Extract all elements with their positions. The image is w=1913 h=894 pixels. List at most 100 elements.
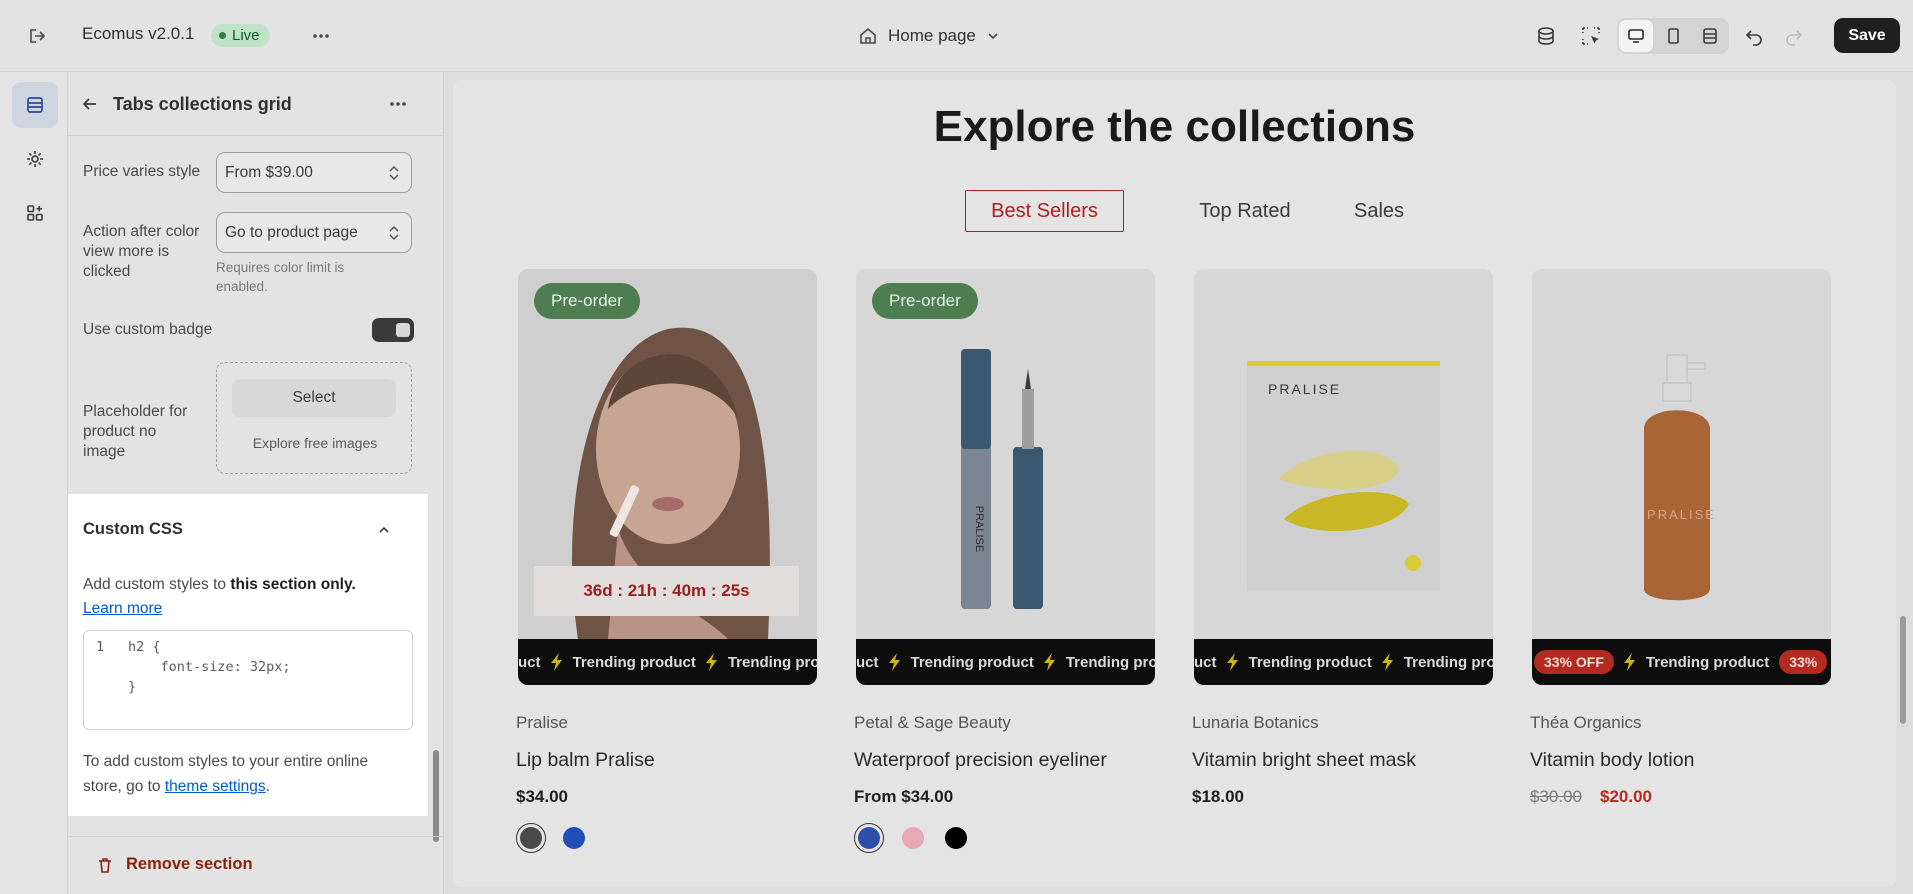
select-image-button[interactable]: Select bbox=[232, 379, 396, 417]
redo-icon bbox=[1778, 20, 1810, 52]
image-brand-text: PRALISE bbox=[1268, 381, 1342, 397]
save-button[interactable]: Save bbox=[1834, 18, 1900, 53]
price-varies-label: Price varies style bbox=[83, 163, 201, 180]
discount-badge: 33% OFF bbox=[1534, 650, 1614, 674]
tab-best-sellers[interactable]: Best Sellers bbox=[965, 190, 1124, 232]
image-dropzone: Select Explore free images bbox=[216, 362, 412, 474]
learn-more-link[interactable]: Learn more bbox=[83, 600, 162, 618]
tab-sales[interactable]: Sales bbox=[1329, 190, 1429, 232]
product-price-sale: $20.00 bbox=[1600, 787, 1652, 806]
action-color-label: Action after color view more is clicked bbox=[83, 223, 200, 280]
chevron-down-icon bbox=[986, 29, 1000, 43]
remove-section-label: Remove section bbox=[126, 855, 253, 873]
product-name[interactable]: Lip balm Pralise bbox=[516, 749, 655, 772]
status-text: Live bbox=[232, 27, 260, 44]
database-icon[interactable] bbox=[1530, 20, 1562, 52]
exit-icon[interactable] bbox=[21, 20, 53, 52]
top-bar: Ecomus v2.0.1 Live Home page Save bbox=[0, 0, 1913, 72]
theme-settings-link[interactable]: theme settings bbox=[165, 778, 266, 795]
price-varies-value: From $39.00 bbox=[225, 163, 313, 181]
sections-icon[interactable] bbox=[12, 82, 58, 128]
left-rail bbox=[0, 72, 68, 894]
chevron-up-icon[interactable] bbox=[368, 514, 400, 546]
undo-icon[interactable] bbox=[1738, 20, 1770, 52]
product-image: PRALISE Pre-order bbox=[856, 269, 1155, 639]
countdown-timer: 36d : 21h : 40m : 25s bbox=[534, 566, 799, 616]
color-swatch[interactable] bbox=[898, 823, 928, 853]
page-selector[interactable]: Home page bbox=[858, 22, 1000, 50]
product-image: Pre-order 36d : 21h : 40m : 25s bbox=[518, 269, 817, 639]
line-number: 1 bbox=[96, 639, 105, 655]
app-title: Ecomus v2.0.1 bbox=[82, 24, 195, 43]
image-brand-text: PRALISE bbox=[1647, 507, 1716, 522]
code-text: font-size: 32px; bbox=[128, 659, 291, 675]
custom-css-description: Add custom styles to this section only. bbox=[83, 576, 356, 593]
trending-marquee: uct Trending product Trending product bbox=[1194, 639, 1493, 685]
color-swatch[interactable] bbox=[516, 823, 546, 853]
action-color-value: Go to product page bbox=[225, 223, 358, 241]
custom-css-footer: To add custom styles to your entire onli… bbox=[83, 753, 369, 795]
color-swatch[interactable] bbox=[854, 823, 884, 853]
select-caret-icon bbox=[387, 163, 401, 183]
product-vendor: Lunaria Botanics bbox=[1192, 713, 1319, 732]
status-badge: Live bbox=[211, 24, 270, 47]
trending-marquee: uct Trending product Trending product bbox=[518, 639, 817, 685]
lightning-icon bbox=[1226, 653, 1239, 671]
trending-marquee: 33% OFF Trending product 33% bbox=[1532, 639, 1831, 685]
custom-badge-toggle[interactable] bbox=[372, 318, 414, 342]
code-text: h2 { bbox=[128, 639, 161, 655]
product-card[interactable]: PRALISE 33% OFF Trending product 33% bbox=[1532, 269, 1831, 685]
remove-section-button[interactable]: Remove section bbox=[96, 855, 253, 874]
inspect-icon[interactable] bbox=[1575, 20, 1607, 52]
product-name[interactable]: Waterproof precision eyeliner bbox=[854, 749, 1107, 772]
trending-marquee: uct Trending product Trending product bbox=[856, 639, 1155, 685]
trash-icon bbox=[96, 856, 114, 874]
product-vendor: Petal & Sage Beauty bbox=[854, 713, 1011, 732]
product-name[interactable]: Vitamin body lotion bbox=[1530, 749, 1694, 772]
product-price: $34.00 bbox=[516, 787, 568, 806]
panel-title: Tabs collections grid bbox=[113, 94, 292, 114]
lightning-icon bbox=[1043, 653, 1056, 671]
product-vendor: Théa Organics bbox=[1530, 713, 1642, 732]
more-horizontal-icon[interactable] bbox=[382, 88, 414, 120]
back-arrow-icon[interactable] bbox=[74, 88, 106, 120]
preorder-badge: Pre-order bbox=[872, 283, 978, 319]
product-name[interactable]: Vitamin bright sheet mask bbox=[1192, 749, 1416, 772]
device-switcher bbox=[1617, 18, 1729, 54]
product-price: $18.00 bbox=[1192, 787, 1244, 806]
product-card[interactable]: Pre-order 36d : 21h : 40m : 25s uct Tren… bbox=[518, 269, 817, 685]
product-card[interactable]: PRALISE uct Trending product Trending pr… bbox=[1194, 269, 1493, 685]
lightning-icon bbox=[1381, 653, 1394, 671]
code-text: } bbox=[128, 679, 137, 695]
product-vendor: Pralise bbox=[516, 713, 568, 732]
mobile-icon[interactable] bbox=[1656, 20, 1690, 52]
price-varies-select[interactable]: From $39.00 bbox=[216, 152, 412, 193]
lightning-icon bbox=[1623, 653, 1636, 671]
product-card[interactable]: PRALISE Pre-order uct Trending product T… bbox=[856, 269, 1155, 685]
settings-icon[interactable] bbox=[12, 136, 58, 182]
tab-top-rated[interactable]: Top Rated bbox=[1175, 190, 1315, 232]
desktop-icon[interactable] bbox=[1619, 20, 1653, 52]
svg-text:PRALISE: PRALISE bbox=[973, 506, 985, 552]
panel-scrollbar[interactable] bbox=[433, 750, 439, 842]
preview-scrollbar[interactable] bbox=[1900, 616, 1906, 724]
apps-icon[interactable] bbox=[12, 190, 58, 236]
custom-badge-label: Use custom badge bbox=[83, 321, 213, 338]
fullwidth-icon[interactable] bbox=[1693, 20, 1727, 52]
action-color-help: Requires color limit is enabled. bbox=[216, 260, 345, 294]
more-horizontal-icon[interactable] bbox=[305, 20, 337, 52]
lightning-icon bbox=[705, 653, 718, 671]
settings-panel: Tabs collections grid Price varies style… bbox=[68, 72, 444, 894]
action-color-select[interactable]: Go to product page bbox=[216, 212, 412, 253]
color-swatch[interactable] bbox=[559, 823, 589, 853]
color-swatch[interactable] bbox=[941, 823, 971, 853]
preorder-badge: Pre-order bbox=[534, 283, 640, 319]
css-code-editor[interactable]: 1 h2 { font-size: 32px;} bbox=[83, 630, 413, 730]
explore-free-images-link[interactable]: Explore free images bbox=[217, 435, 413, 451]
lightning-icon bbox=[550, 653, 563, 671]
lightning-icon bbox=[888, 653, 901, 671]
product-image: PRALISE bbox=[1194, 269, 1493, 639]
collections-heading: Explore the collections bbox=[933, 102, 1416, 151]
custom-css-card: Custom CSS Add custom styles to this sec… bbox=[68, 494, 428, 816]
panel-header: Tabs collections grid bbox=[68, 72, 444, 136]
